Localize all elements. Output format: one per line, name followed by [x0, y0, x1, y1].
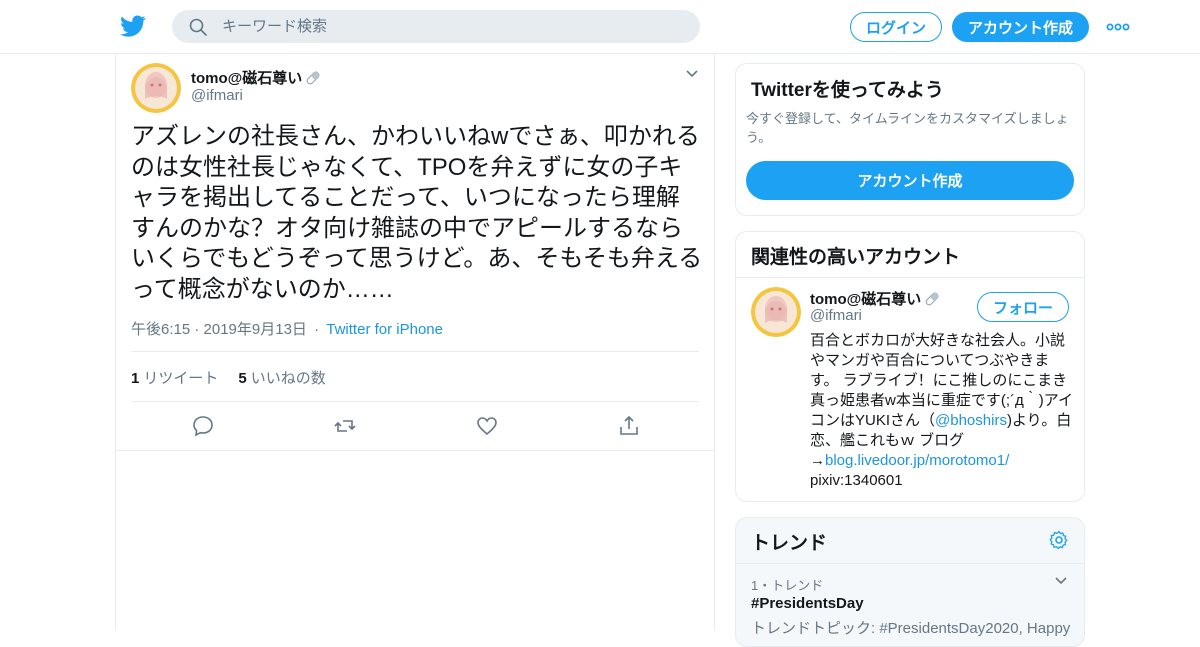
signup-card: Twitterを使ってみよう 今すぐ登録して、タイムラインをカスタマイズしましょ… [735, 63, 1085, 216]
tweet-meta: 午後6:15 · 2019年9月13日 · Twitter for iPhone [131, 321, 443, 338]
signup-card-title: Twitterを使ってみよう [751, 80, 944, 101]
search-input[interactable] [222, 10, 682, 43]
search-icon [189, 18, 207, 36]
top-bar: ログイン アカウント作成 [0, 0, 1200, 54]
trend-tag[interactable]: #PresidentsDay [751, 595, 864, 612]
related-name-text: tomo@磁石尊い [810, 291, 922, 308]
divider [131, 351, 699, 352]
tweet-text: アズレンの社長さん、かわいいねwでさぁ、叩かれるのは女性社長じゃなくて、TPOを… [131, 123, 703, 303]
reply-icon[interactable] [191, 414, 215, 438]
chevron-down-icon[interactable] [1054, 576, 1068, 586]
bio-blog-link[interactable]: blog.livedoor.jp/morotomo1/ [825, 452, 1009, 469]
bio-text: pixiv:1340601 [810, 472, 903, 489]
author-avatar[interactable] [131, 63, 181, 113]
tweet-time[interactable]: 午後6:15 · 2019年9月13日 [131, 321, 307, 338]
related-accounts-title: 関連性の高いアカウント [751, 247, 961, 268]
tweet-actions [116, 414, 714, 438]
author-name[interactable]: tomo@磁石尊い [191, 67, 322, 88]
retweet-icon[interactable] [333, 414, 357, 438]
more-dots-icon[interactable] [1106, 18, 1130, 36]
related-accounts-card: 関連性の高いアカウント tomo@磁石尊い @ifmari フォロー 百合とボカ… [735, 231, 1085, 502]
trend-topic: トレンドトピック: #PresidentsDay2020, Happy [751, 620, 1071, 637]
bio-mention-link[interactable]: @bhoshirs [935, 412, 1007, 429]
related-bio: 百合とボカロが大好きな社会人。小説やマンガや百合についてつぶやきます。 ラブライ… [810, 331, 1074, 491]
tweet-stats: 1 リツイート 5 いいねの数 [131, 367, 326, 388]
share-icon[interactable] [617, 414, 641, 438]
chevron-down-icon[interactable] [684, 68, 700, 80]
trends-title: トレンド [751, 533, 828, 554]
twitter-bird-icon[interactable] [120, 13, 146, 39]
related-accounts-header: 関連性の高いアカウント [736, 232, 1084, 278]
related-avatar[interactable] [751, 287, 801, 337]
author-handle[interactable]: @ifmari [191, 87, 243, 104]
tweet: tomo@磁石尊い @ifmari アズレンの社長さん、かわいいねwでさぁ、叩か… [116, 54, 714, 451]
signup-card-subtitle: 今すぐ登録して、タイムラインをカスタマイズしましょう。 [746, 111, 1069, 145]
tweet-source-link[interactable]: Twitter for iPhone [326, 321, 443, 338]
gear-icon[interactable] [1049, 530, 1069, 550]
trends-header: トレンド [736, 518, 1084, 564]
author-name-text: tomo@磁石尊い [191, 70, 303, 87]
heart-icon[interactable] [475, 414, 499, 438]
search-box[interactable] [172, 10, 700, 43]
retweet-stat[interactable]: 1 リツイート [131, 367, 218, 388]
signup-card-button[interactable]: アカウント作成 [746, 161, 1074, 200]
signup-button[interactable]: アカウント作成 [952, 12, 1089, 42]
related-handle[interactable]: @ifmari [810, 307, 862, 324]
login-button[interactable]: ログイン [850, 12, 942, 42]
pill-icon [306, 70, 321, 84]
follow-button[interactable]: フォロー [977, 292, 1069, 322]
like-stat[interactable]: 5 いいねの数 [238, 367, 325, 388]
trend-rank: 1・トレンド [751, 578, 824, 593]
tweet-column: tomo@磁石尊い @ifmari アズレンの社長さん、かわいいねwでさぁ、叩か… [115, 54, 715, 630]
trends-card: トレンド 1・トレンド #PresidentsDay トレンドトピック: #Pr… [735, 517, 1085, 647]
pill-icon [925, 291, 940, 305]
related-name[interactable]: tomo@磁石尊い [810, 288, 941, 309]
divider [131, 401, 699, 402]
